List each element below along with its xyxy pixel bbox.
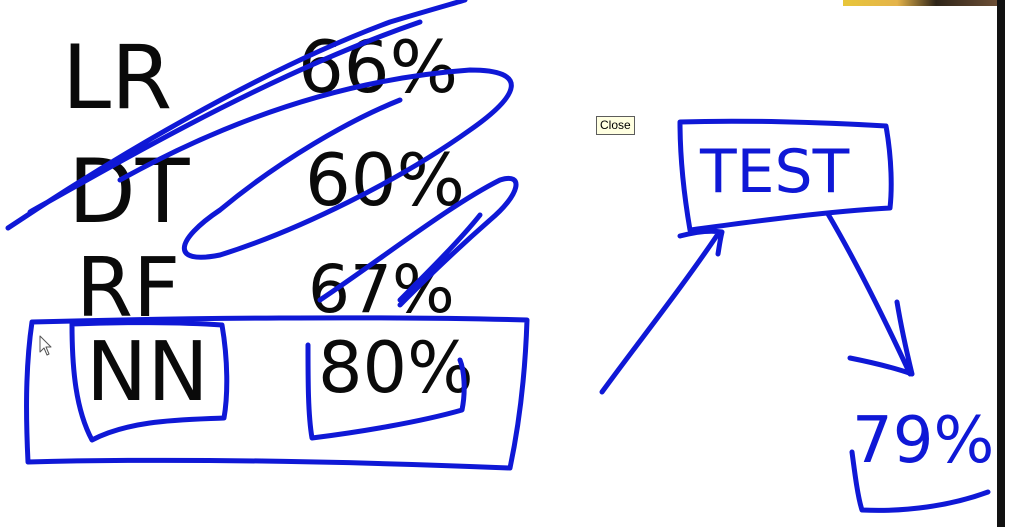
score-nn: 80%: [318, 327, 474, 409]
test-box-label: TEST: [699, 137, 850, 207]
whiteboard-canvas[interactable]: LR 66% DT 60% RF 67% NN 80% TEST 79% Clo…: [0, 0, 1030, 527]
test-result-score: 79%: [852, 404, 994, 478]
arrow-cursor-icon: [39, 335, 52, 356]
arrow-out-of-test: [825, 211, 915, 377]
row-nn: NN 80%: [86, 325, 474, 420]
model-label-nn: NN: [86, 325, 209, 420]
arrow-into-test: [599, 228, 725, 395]
ink-layer: LR 66% DT 60% RF 67% NN 80% TEST 79%: [5, 0, 994, 513]
model-label-lr: LR: [62, 26, 172, 129]
close-tooltip: Close: [596, 116, 635, 135]
